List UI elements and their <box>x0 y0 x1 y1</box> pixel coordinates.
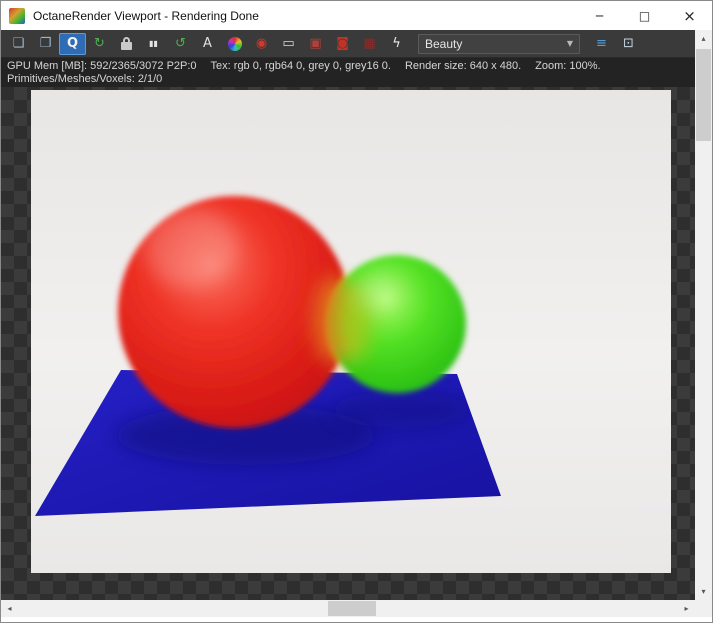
status-segment: Render size: 640 x 480. <box>404 60 522 72</box>
horizontal-scroll-thumb[interactable] <box>328 601 376 616</box>
main-column: ❏ ❐ Q ↻ ▮▮ ↺ A ◉ ▭ ▣ ◙ ▦ ϟ Beauty ▼ ≡ ⊡ GPU Mem [MB]:… <box>1 30 695 600</box>
scroll-right-button[interactable]: ▸ <box>678 600 695 617</box>
toolbar-icons-left: ❏ ❐ Q ↻ ▮▮ ↺ A ◉ ▭ ▣ ◙ ▦ ϟ <box>5 30 410 57</box>
viewport[interactable] <box>1 87 695 600</box>
render-mode-value: Beauty <box>425 36 463 51</box>
scroll-down-button[interactable]: ▾ <box>695 583 712 600</box>
focus-picker-icon[interactable]: Q <box>59 32 86 55</box>
scroll-up-button[interactable]: ▴ <box>695 30 712 47</box>
status-segment: Zoom: 100%. <box>535 60 601 72</box>
window-frame-bottom <box>1 617 712 622</box>
minimize-icon: ─ <box>595 8 604 23</box>
camera-lock-icon[interactable]: ▣ <box>302 33 329 55</box>
lock-resolution-icon[interactable] <box>113 33 140 55</box>
render-priority-icon[interactable]: ◉ <box>248 33 275 55</box>
horizontal-scroll-track[interactable] <box>18 600 678 617</box>
save-image-icon[interactable]: ❏ <box>5 33 32 55</box>
toolbar: ❏ ❐ Q ↻ ▮▮ ↺ A ◉ ▭ ▣ ◙ ▦ ϟ Beauty ▼ ≡ ⊡ <box>1 30 695 58</box>
close-button[interactable]: × <box>667 1 712 30</box>
render-image[interactable] <box>31 90 671 573</box>
chevron-down-icon: ▼ <box>566 39 573 48</box>
maximize-icon: □ <box>638 8 651 23</box>
minimize-button[interactable]: ─ <box>577 1 622 30</box>
window-controls: ─ □ × <box>577 1 712 30</box>
text-overlay-icon[interactable]: A <box>194 33 221 55</box>
maximize-button[interactable]: □ <box>622 1 667 30</box>
status-primitives: Primitives/Meshes/Voxels: 2/1/0 <box>7 73 163 85</box>
vertical-scroll-track[interactable] <box>695 47 712 583</box>
gpu-boost-icon[interactable]: ϟ <box>383 33 410 55</box>
status-line-2: Primitives/Meshes/Voxels: 2/1/0 <box>7 73 689 86</box>
content-row: ❏ ❐ Q ↻ ▮▮ ↺ A ◉ ▭ ▣ ◙ ▦ ϟ Beauty ▼ ≡ ⊡ GPU Mem [MB]:… <box>1 30 712 600</box>
toolbar-icons-right: ≡ ⊡ <box>588 30 642 57</box>
render-layers-icon[interactable]: ≡ <box>588 33 615 55</box>
status-line-1: GPU Mem [MB]: 592/2365/3072 P2P:0 Tex: rg… <box>7 60 689 73</box>
titlebar: OctaneRender Viewport - Rendering Done ─… <box>1 1 712 30</box>
expand-viewport-icon[interactable]: ⊡ <box>615 33 642 55</box>
arrow-up-icon: ▴ <box>701 34 706 43</box>
green-sphere-highlight <box>357 276 401 312</box>
horizontal-scrollbar[interactable]: ◂ ▸ <box>1 600 695 617</box>
status-bar: GPU Mem [MB]: 592/2365/3072 P2P:0 Tex: rg… <box>1 58 695 87</box>
octane-viewport-window: OctaneRender Viewport - Rendering Done ─… <box>0 0 713 623</box>
pause-render-icon[interactable]: ▮▮ <box>140 33 167 55</box>
render-scene-svg <box>31 90 671 573</box>
restart-render-icon[interactable]: ↺ <box>167 33 194 55</box>
status-segment: GPU Mem [MB]: 592/2365/3072 P2P:0 <box>7 60 197 72</box>
arrow-left-icon: ◂ <box>7 604 12 613</box>
scroll-left-button[interactable]: ◂ <box>1 600 18 617</box>
scrollbar-corner <box>695 600 712 617</box>
vertical-scroll-thumb[interactable] <box>696 49 711 141</box>
refresh-render-icon[interactable]: ↻ <box>86 33 113 55</box>
status-segment: Tex: rgb 0, rgb64 0, grey 0, grey16 0. <box>210 60 391 72</box>
monitor-icon[interactable]: ▭ <box>275 33 302 55</box>
red-sphere-highlight <box>143 208 239 288</box>
red-camera-icon[interactable]: ◙ <box>329 33 356 55</box>
vertical-scrollbar[interactable]: ▴ ▾ <box>695 30 712 600</box>
arrow-right-icon: ▸ <box>684 604 689 613</box>
render-mode-dropdown[interactable]: Beauty ▼ <box>418 33 580 54</box>
arrow-down-icon: ▾ <box>701 587 706 596</box>
film-camera-icon[interactable]: ▦ <box>356 33 383 55</box>
hscroll-row: ◂ ▸ <box>1 600 712 617</box>
window-title: OctaneRender Viewport - Rendering Done <box>33 8 259 23</box>
color-wheel-icon[interactable] <box>221 33 248 55</box>
copy-to-clipboard-icon[interactable]: ❐ <box>32 33 59 55</box>
app-icon <box>9 7 25 24</box>
close-icon: × <box>683 6 696 25</box>
